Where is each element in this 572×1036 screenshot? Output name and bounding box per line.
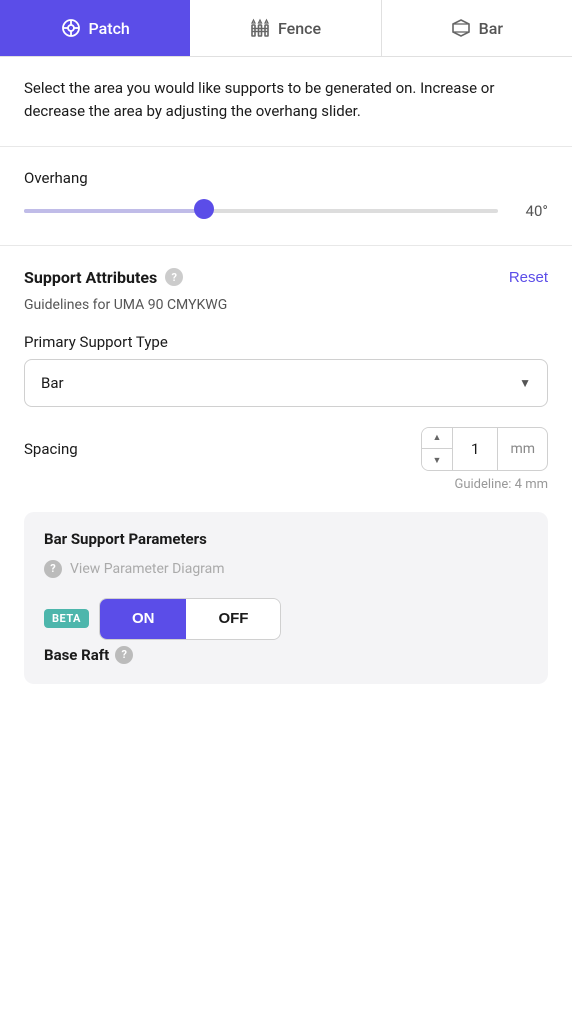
guidelines-text: Guidelines for UMA 90 CMYKWG bbox=[24, 297, 548, 313]
base-raft-row: BETA ON OFF Base Raft ? bbox=[44, 598, 528, 664]
bar-support-params-card: Bar Support Parameters ? View Parameter … bbox=[24, 512, 548, 684]
tab-fence-label: Fence bbox=[278, 19, 321, 38]
bar-params-title: Bar Support Parameters bbox=[44, 530, 528, 548]
description-section: Select the area you would like supports … bbox=[0, 57, 572, 147]
support-attributes-header: Support Attributes ? Reset bbox=[24, 268, 548, 287]
spacing-guideline-hint: Guideline: 4 mm bbox=[24, 477, 548, 492]
overhang-label: Overhang bbox=[24, 169, 548, 187]
view-diagram-help-icon: ? bbox=[44, 560, 62, 578]
overhang-slider[interactable] bbox=[24, 201, 498, 221]
tab-patch-label: Patch bbox=[89, 19, 130, 38]
stepper-down-button[interactable]: ▼ bbox=[422, 449, 452, 471]
beta-badge: BETA bbox=[44, 609, 89, 628]
slider-track bbox=[24, 209, 498, 213]
base-raft-label-row: Base Raft ? bbox=[44, 646, 281, 664]
primary-support-type-dropdown[interactable]: Bar ▼ bbox=[24, 359, 548, 407]
support-attributes-section: Support Attributes ? Reset Guidelines fo… bbox=[0, 246, 572, 706]
spacing-unit: mm bbox=[497, 428, 547, 470]
help-symbol: ? bbox=[172, 271, 177, 284]
spacing-row: Spacing ▲ ▼ 1 mm bbox=[24, 427, 548, 471]
support-title-group: Support Attributes ? bbox=[24, 268, 183, 287]
view-parameter-diagram-row[interactable]: ? View Parameter Diagram bbox=[44, 560, 528, 578]
description-text: Select the area you would like supports … bbox=[24, 79, 494, 120]
stepper-up-button[interactable]: ▲ bbox=[422, 427, 452, 449]
help-symbol-3: ? bbox=[121, 648, 126, 661]
chevron-down-icon: ▼ bbox=[519, 376, 531, 390]
patch-icon bbox=[61, 18, 81, 38]
primary-support-type-label: Primary Support Type bbox=[24, 333, 548, 351]
help-symbol-2: ? bbox=[50, 562, 55, 575]
toggle-on-button[interactable]: ON bbox=[100, 599, 187, 639]
stepper-buttons: ▲ ▼ bbox=[422, 427, 453, 471]
base-raft-label: Base Raft bbox=[44, 646, 109, 664]
slider-thumb[interactable] bbox=[194, 199, 214, 219]
fence-icon bbox=[250, 18, 270, 38]
tab-bar[interactable]: Bar bbox=[382, 0, 572, 56]
overhang-section: Overhang 40° bbox=[0, 147, 572, 246]
tab-patch[interactable]: Patch bbox=[0, 0, 190, 56]
spacing-input[interactable]: ▲ ▼ 1 mm bbox=[421, 427, 548, 471]
toggle-off-button[interactable]: OFF bbox=[186, 599, 280, 639]
reset-button[interactable]: Reset bbox=[509, 269, 548, 286]
support-attributes-help-icon[interactable]: ? bbox=[165, 268, 183, 286]
tab-bar: Patch Fence Bar bbox=[0, 0, 572, 57]
tab-fence[interactable]: Fence bbox=[190, 0, 381, 56]
slider-row: 40° bbox=[24, 201, 548, 221]
view-diagram-text: View Parameter Diagram bbox=[70, 561, 225, 577]
slider-value: 40° bbox=[512, 202, 548, 220]
spacing-value: 1 bbox=[453, 440, 497, 458]
spacing-label: Spacing bbox=[24, 440, 78, 458]
base-raft-toggle[interactable]: ON OFF bbox=[99, 598, 282, 640]
support-attributes-title: Support Attributes bbox=[24, 268, 157, 287]
slider-fill bbox=[24, 209, 204, 213]
dropdown-value: Bar bbox=[41, 374, 64, 392]
bar-icon bbox=[451, 18, 471, 38]
tab-bar-label: Bar bbox=[479, 19, 503, 38]
base-raft-help-icon[interactable]: ? bbox=[115, 646, 133, 664]
